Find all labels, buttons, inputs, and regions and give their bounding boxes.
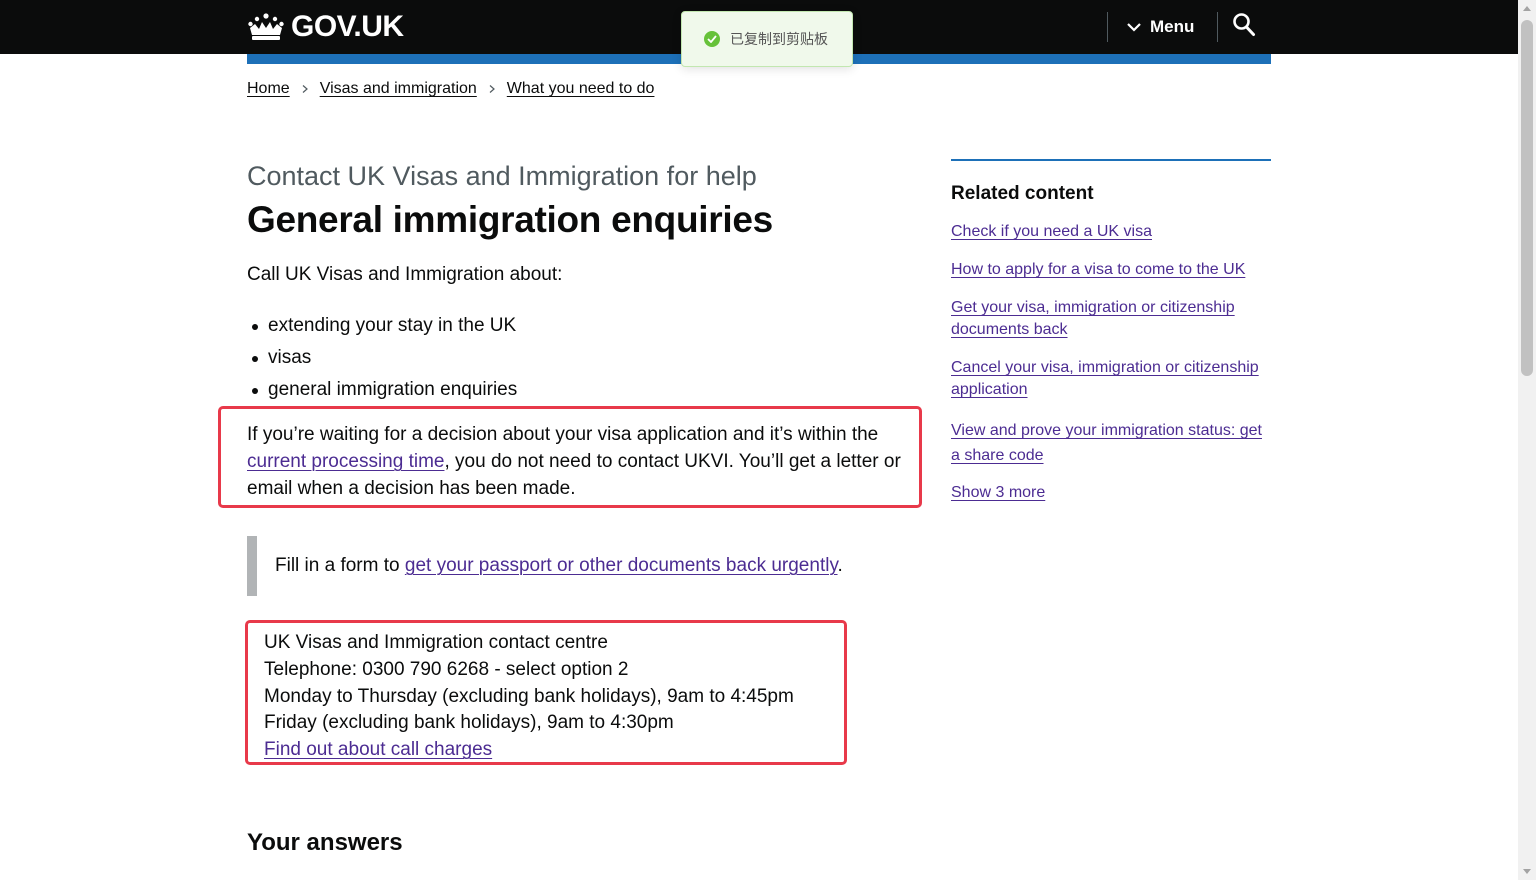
page-title: General immigration enquiries — [247, 199, 773, 240]
related-link-share-code[interactable]: View and prove your immigration status: … — [951, 422, 1262, 464]
related-content: Related content Check if you need a UK v… — [951, 159, 1271, 501]
search-button[interactable] — [1232, 12, 1260, 42]
breadcrumb-visas-and-immigration[interactable]: Visas and immigration — [320, 80, 477, 98]
inset-text-before: Fill in a form to — [275, 555, 405, 576]
page-caption: Contact UK Visas and Immigration for hel… — [247, 161, 757, 191]
logo-text: GOV.UK — [291, 10, 404, 43]
breadcrumb-home[interactable]: Home — [247, 80, 290, 98]
check-circle-icon — [704, 31, 720, 47]
show-more-link[interactable]: Show 3 more — [951, 484, 1045, 501]
menu-button[interactable]: Menu — [1126, 13, 1194, 41]
related-content-heading: Related content — [951, 183, 1094, 204]
related-link-apply-for-visa[interactable]: How to apply for a visa to come to the U… — [951, 261, 1245, 278]
intro-text: Call UK Visas and Immigration about: — [247, 264, 563, 285]
page-scrollbar[interactable] — [1518, 0, 1536, 880]
processing-time-link[interactable]: current processing time — [247, 451, 444, 472]
decision-text-before: If you’re waiting for a decision about y… — [247, 424, 879, 445]
related-link-get-documents-back[interactable]: Get your visa, immigration or citizenshi… — [951, 299, 1235, 338]
toast-text: 已复制到剪贴板 — [730, 32, 828, 48]
scrollbar-thumb[interactable] — [1521, 20, 1533, 376]
inset-text-after: . — [837, 555, 843, 576]
call-charges-link[interactable]: Find out about call charges — [264, 739, 492, 760]
list-item: general immigration enquiries — [247, 374, 517, 406]
contact-telephone: Telephone: 0300 790 6268 - select option… — [264, 658, 629, 680]
breadcrumb-what-you-need-to-do[interactable]: What you need to do — [507, 80, 655, 98]
breadcrumb: Home Visas and immigration What you need… — [247, 80, 654, 98]
contact-centre-name: UK Visas and Immigration contact centre — [264, 632, 608, 653]
contact-hours-mon-thu: Monday to Thursday (excluding bank holid… — [264, 685, 794, 707]
crown-icon — [248, 13, 284, 40]
contact-hours-fri: Friday (excluding bank holidays), 9am to… — [264, 712, 674, 734]
inset-text: Fill in a form to get your passport or o… — [247, 536, 887, 596]
list-item: extending your stay in the UK — [247, 310, 517, 342]
copied-toast: 已复制到剪贴板 — [681, 11, 853, 67]
contact-details: UK Visas and Immigration contact centre … — [264, 630, 794, 764]
related-link-cancel-application[interactable]: Cancel your visa, immigration or citizen… — [951, 359, 1259, 398]
decision-paragraph: If you’re waiting for a decision about y… — [247, 421, 911, 502]
documents-back-urgently-link[interactable]: get your passport or other documents bac… — [405, 555, 838, 576]
chevron-right-icon — [489, 85, 495, 93]
chevron-right-icon — [302, 85, 308, 93]
scroll-down-arrow-icon[interactable] — [1523, 869, 1531, 874]
govuk-logo-link[interactable]: GOV.UK — [247, 10, 404, 44]
topics-list: extending your stay in the UK visas gene… — [247, 310, 517, 406]
list-item: visas — [247, 342, 517, 374]
chevron-down-icon — [1127, 23, 1141, 32]
scroll-up-arrow-icon[interactable] — [1523, 6, 1531, 11]
related-link-check-uk-visa[interactable]: Check if you need a UK visa — [951, 223, 1152, 240]
menu-label: Menu — [1150, 17, 1195, 36]
your-answers-heading: Your answers — [247, 829, 403, 856]
search-icon — [1233, 13, 1255, 36]
header-divider — [1107, 12, 1108, 42]
header-divider — [1217, 12, 1218, 42]
